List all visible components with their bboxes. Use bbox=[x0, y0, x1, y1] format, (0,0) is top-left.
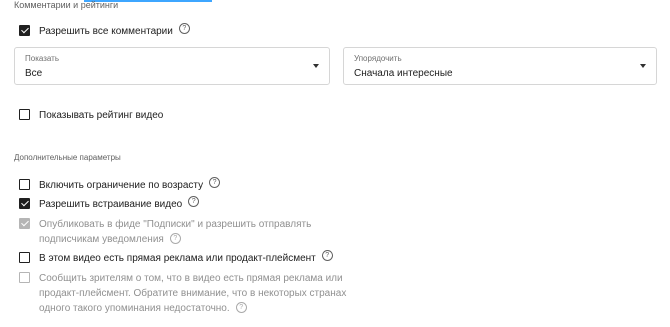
show-select-value: Все bbox=[25, 68, 43, 79]
notify-viewers-label: Сообщить зрителям о том, что в видео ест… bbox=[39, 271, 346, 316]
help-icon[interactable]: ? bbox=[321, 250, 333, 261]
paid-promotion-label: В этом видео есть прямая реклама или про… bbox=[39, 253, 316, 264]
allow-comments-label: Разрешить все комментарии bbox=[39, 26, 173, 37]
help-icon[interactable]: ? bbox=[178, 23, 190, 34]
sort-select-label: Упорядочить bbox=[354, 54, 402, 63]
notify-viewers-option: Сообщить зрителям о том, что в видео ест… bbox=[19, 271, 346, 316]
help-icon: ? bbox=[169, 232, 181, 244]
paid-promotion-option[interactable]: В этом видео есть прямая реклама или про… bbox=[19, 250, 333, 266]
allow-embedding-checkbox[interactable] bbox=[19, 198, 30, 209]
notify-viewers-line: продакт-плейсмент. Обратите внимание, чт… bbox=[39, 288, 347, 299]
publish-subscriptions-option: Опубликовать в фиде "Подписки" и разреши… bbox=[19, 217, 311, 247]
notify-viewers-checkbox bbox=[19, 272, 30, 283]
help-icon[interactable]: ? bbox=[188, 196, 200, 207]
additional-params-title: Дополнительные параметры bbox=[14, 153, 121, 162]
show-rating-label: Показывать рейтинг видео bbox=[39, 110, 164, 121]
sort-select[interactable]: Упорядочить Сначала интересные bbox=[343, 47, 657, 85]
show-select-label: Показать bbox=[25, 54, 60, 63]
show-select[interactable]: Показать Все bbox=[14, 47, 330, 85]
dropdown-arrow-icon bbox=[313, 64, 319, 68]
show-rating-checkbox[interactable] bbox=[19, 109, 30, 120]
dropdown-arrow-icon bbox=[640, 64, 646, 68]
allow-embedding-label: Разрешить встраивание видео bbox=[39, 199, 183, 210]
notify-viewers-line-text: одного такого упоминания недостаточно. bbox=[39, 303, 230, 314]
age-restriction-label: Включить ограничение по возрасту bbox=[39, 180, 204, 191]
allow-comments-checkbox[interactable] bbox=[19, 25, 30, 36]
help-icon[interactable]: ? bbox=[209, 177, 221, 188]
show-rating-option[interactable]: Показывать рейтинг видео bbox=[19, 108, 163, 123]
age-restriction-checkbox[interactable] bbox=[19, 179, 30, 190]
sort-select-value: Сначала интересные bbox=[354, 68, 453, 79]
age-restriction-option[interactable]: Включить ограничение по возрасту ? bbox=[19, 177, 221, 193]
allow-embedding-option[interactable]: Разрешить встраивание видео ? bbox=[19, 196, 200, 212]
help-icon: ? bbox=[235, 301, 247, 313]
notify-viewers-line: одного такого упоминания недостаточно.? bbox=[39, 301, 346, 316]
section-title: Комментарии и рейтинги bbox=[14, 0, 119, 10]
publish-subscriptions-line: подписчикам уведомления? bbox=[39, 232, 311, 247]
publish-subscriptions-checkbox bbox=[19, 218, 30, 229]
publish-subscriptions-label: Опубликовать в фиде "Подписки" и разреши… bbox=[39, 217, 311, 247]
publish-subscriptions-line-text: подписчикам уведомления bbox=[39, 234, 164, 245]
publish-subscriptions-line: Опубликовать в фиде "Подписки" и разреши… bbox=[39, 219, 312, 230]
paid-promotion-checkbox[interactable] bbox=[19, 252, 30, 263]
allow-comments-option[interactable]: Разрешить все комментарии ? bbox=[19, 23, 190, 39]
notify-viewers-line: Сообщить зрителям о том, что в видео ест… bbox=[39, 273, 343, 284]
